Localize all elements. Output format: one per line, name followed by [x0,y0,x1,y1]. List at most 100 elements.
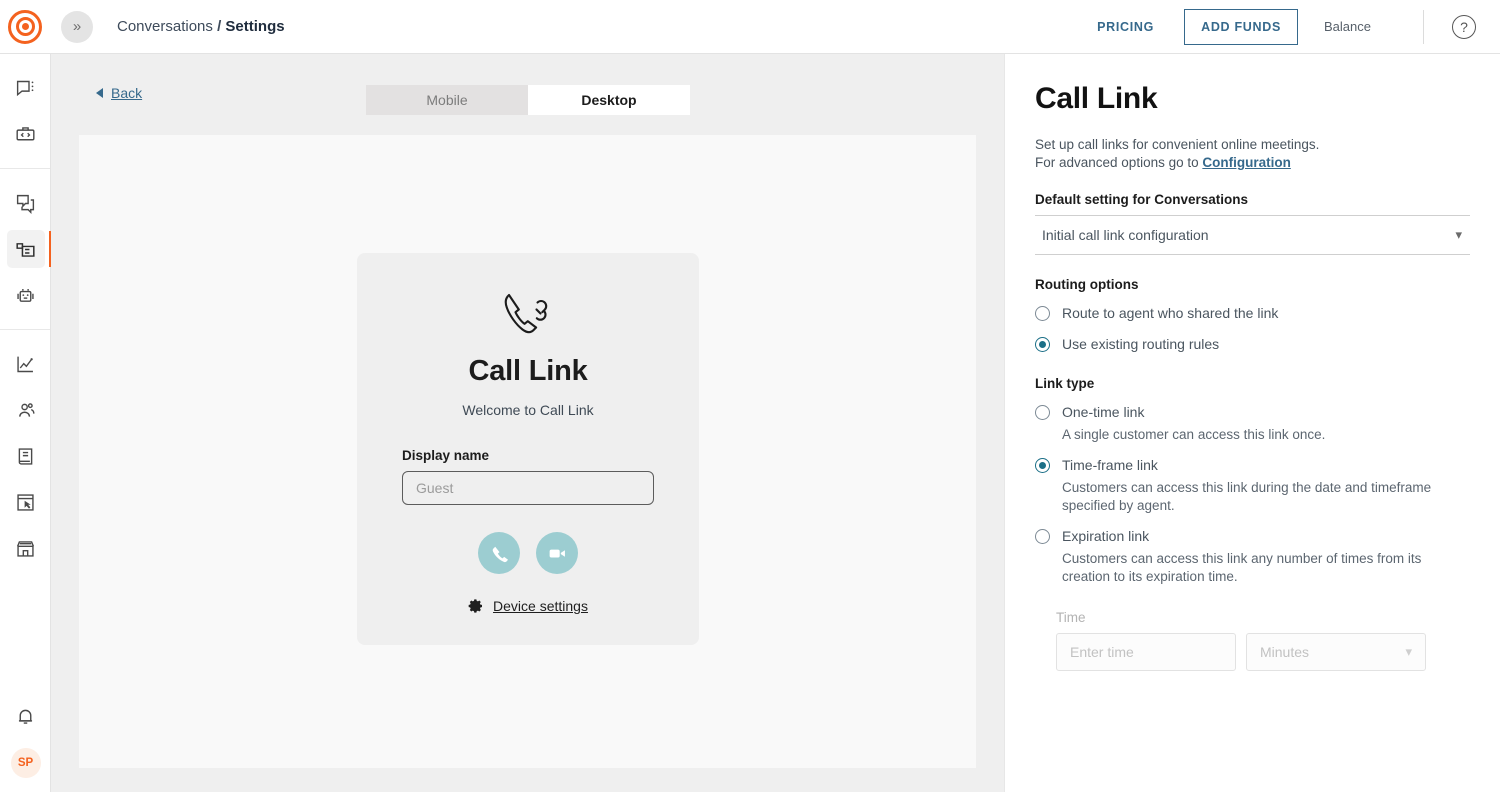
audio-call-button[interactable] [478,532,520,574]
radio-circle-icon [1035,405,1050,420]
radio-label: One-time link [1062,404,1145,420]
back-button[interactable]: Back [96,85,142,101]
time-unit-select[interactable]: Minutes ▾ [1246,633,1426,671]
breadcrumb-root[interactable]: Conversations [117,18,213,35]
configuration-link[interactable]: Configuration [1202,155,1290,170]
radio-circle-icon [1035,529,1050,544]
chevron-down-icon: ▾ [1405,644,1412,659]
device-settings-link[interactable]: Device settings [468,598,588,614]
breadcrumb-current: Settings [225,18,285,35]
radio-label: Expiration link [1062,528,1150,544]
back-label: Back [111,85,143,101]
sidebar-bottom: SP [0,690,51,778]
radio-label: Time-frame link [1062,457,1158,473]
sidebar-group-1 [0,54,50,168]
add-funds-button[interactable]: ADD FUNDS [1184,8,1299,45]
settings-panel: Call Link Set up call links for convenie… [1004,54,1500,792]
balance-label: Balance [1324,18,1371,34]
radio-label: Use existing routing rules [1062,336,1220,352]
radio-label: Route to agent who shared the link [1062,305,1279,321]
radio-description: Customers can access this link during th… [1062,480,1432,513]
phone-link-icon [500,290,556,345]
panel-minus-icon [16,242,35,257]
radio-circle-selected-icon [1035,458,1050,473]
sidebar-item-conversations[interactable] [0,68,51,108]
book-icon [18,447,33,465]
target-logo-icon[interactable] [7,9,43,45]
panel-description-line1: Set up call links for convenient online … [1035,137,1320,152]
sidebar-item-developer[interactable] [0,114,51,154]
display-name-label: Display name [402,448,490,463]
preview-canvas: Call Link Welcome to Call Link Display n… [79,135,976,768]
sidebar-item-analytics[interactable] [0,344,51,384]
sidebar-item-knowledge[interactable] [0,436,51,476]
video-call-button[interactable] [536,532,578,574]
line-chart-icon [17,356,33,372]
sidebar-group-2 [0,168,52,329]
call-action-buttons [478,532,578,574]
robot-icon [17,288,34,302]
sidebar-group-3 [0,329,50,582]
radio-route-to-agent[interactable]: Route to agent who shared the link [1035,305,1470,323]
people-group-icon [19,402,35,417]
duplicate-chat-icon [16,194,35,214]
radio-one-time-link[interactable]: One-time link A single customer can acce… [1035,404,1470,444]
panel-description: Set up call links for convenient online … [1035,136,1470,172]
question-mark-circle-icon[interactable]: ? [1452,14,1476,39]
sidebar-item-contacts[interactable] [0,390,51,430]
sidebar-item-marketplace[interactable] [0,528,51,568]
radio-circle-selected-icon [1035,337,1050,352]
code-toolbox-icon [16,126,35,140]
preview-title: Call Link [468,355,588,387]
top-bar: » Conversations / Settings PRICING ADD F… [0,0,1500,54]
tab-desktop[interactable]: Desktop [528,85,690,115]
sidebar-item-bots[interactable] [0,275,51,315]
sidebar-item-forms[interactable] [0,482,51,522]
time-unit-value: Minutes [1260,644,1310,660]
notifications-button[interactable] [0,696,51,736]
time-inputs: Minutes ▾ [1056,633,1470,671]
device-settings-label: Device settings [493,598,588,614]
pricing-link[interactable]: PRICING [1091,12,1160,42]
app-root: » Conversations / Settings PRICING ADD F… [0,0,1500,792]
storefront-icon [16,540,35,557]
default-setting-label: Default setting for Conversations [1035,192,1249,207]
panel-title: Call Link [1035,82,1158,115]
avatar[interactable]: SP [10,748,41,778]
time-settings: Time Minutes ▾ [1035,610,1470,671]
chat-bubble-menu-icon [16,80,34,96]
preview-subtitle: Welcome to Call Link [462,402,594,418]
routing-options-label: Routing options [1035,277,1139,292]
radio-expiration-link[interactable]: Expiration link Customers can access thi… [1035,528,1470,586]
phone-icon [492,546,508,562]
display-name-input[interactable] [402,471,654,505]
tab-mobile[interactable]: Mobile [366,85,528,115]
time-input[interactable] [1056,633,1236,671]
radio-description: A single customer can access this link o… [1062,427,1326,442]
radio-time-frame-link[interactable]: Time-frame link Customers can access thi… [1035,457,1470,515]
sidebar-item-call-link[interactable] [0,229,52,269]
default-setting-select[interactable]: Initial call link configuration ▾ [1035,215,1470,255]
radio-existing-rules[interactable]: Use existing routing rules [1035,336,1470,354]
display-name-field-group: Display name [402,448,654,505]
link-type-label: Link type [1035,376,1095,391]
chevron-down-icon: ▾ [1455,227,1462,242]
gear-icon [468,599,483,613]
main-panel: Back Mobile Desktop Call Link Welcome to… [51,54,1004,792]
sidebar-item-copy[interactable] [0,183,51,223]
double-chevron-right-icon[interactable]: » [61,10,93,43]
default-setting-value: Initial call link configuration [1042,227,1209,243]
breadcrumb: Conversations / Settings [117,18,285,35]
sidebar: SP [0,54,52,792]
window-cursor-icon [17,493,34,511]
triangle-left-icon [96,88,103,98]
breadcrumb-separator: / [217,18,222,35]
bell-icon [18,709,33,724]
video-camera-icon [549,549,565,557]
radio-circle-icon [1035,306,1050,321]
panel-description-prefix: For advanced options go to [1035,155,1203,170]
device-preview-tabs: Mobile Desktop [366,85,690,115]
time-label: Time [1056,610,1086,625]
call-link-preview-card: Call Link Welcome to Call Link Display n… [357,253,699,645]
top-bar-actions: PRICING ADD FUNDS Balance ? [1091,8,1500,45]
